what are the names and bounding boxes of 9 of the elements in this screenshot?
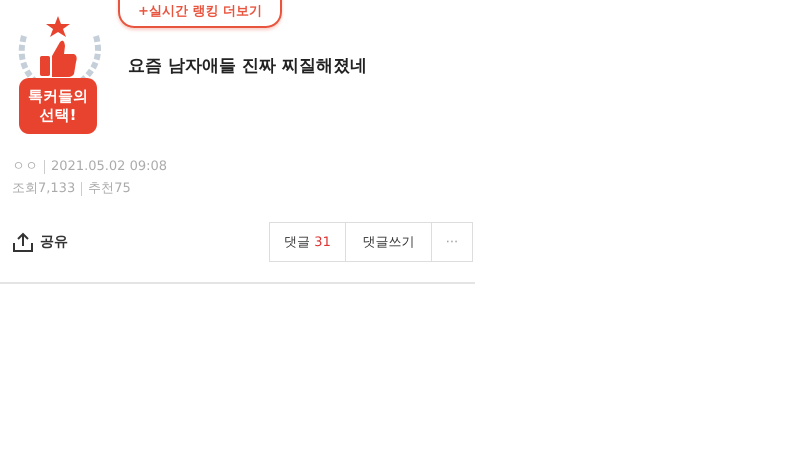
like-count: 추천75 [88,180,131,198]
author-name: ㅇㅇ [12,158,38,176]
view-count: 조회 7,133 [12,180,76,198]
share-button[interactable]: 공유 [12,231,68,253]
post-title: 요즘 남자애들 진짜 찌질해졌네 [128,55,367,77]
ranking-link[interactable]: +실시간 랭킹 더보기 [118,0,282,28]
badge-label: 톡커들의 선택! [19,78,97,134]
share-icon [12,231,34,253]
post-date: 2021.05.02 09:08 [51,158,168,176]
